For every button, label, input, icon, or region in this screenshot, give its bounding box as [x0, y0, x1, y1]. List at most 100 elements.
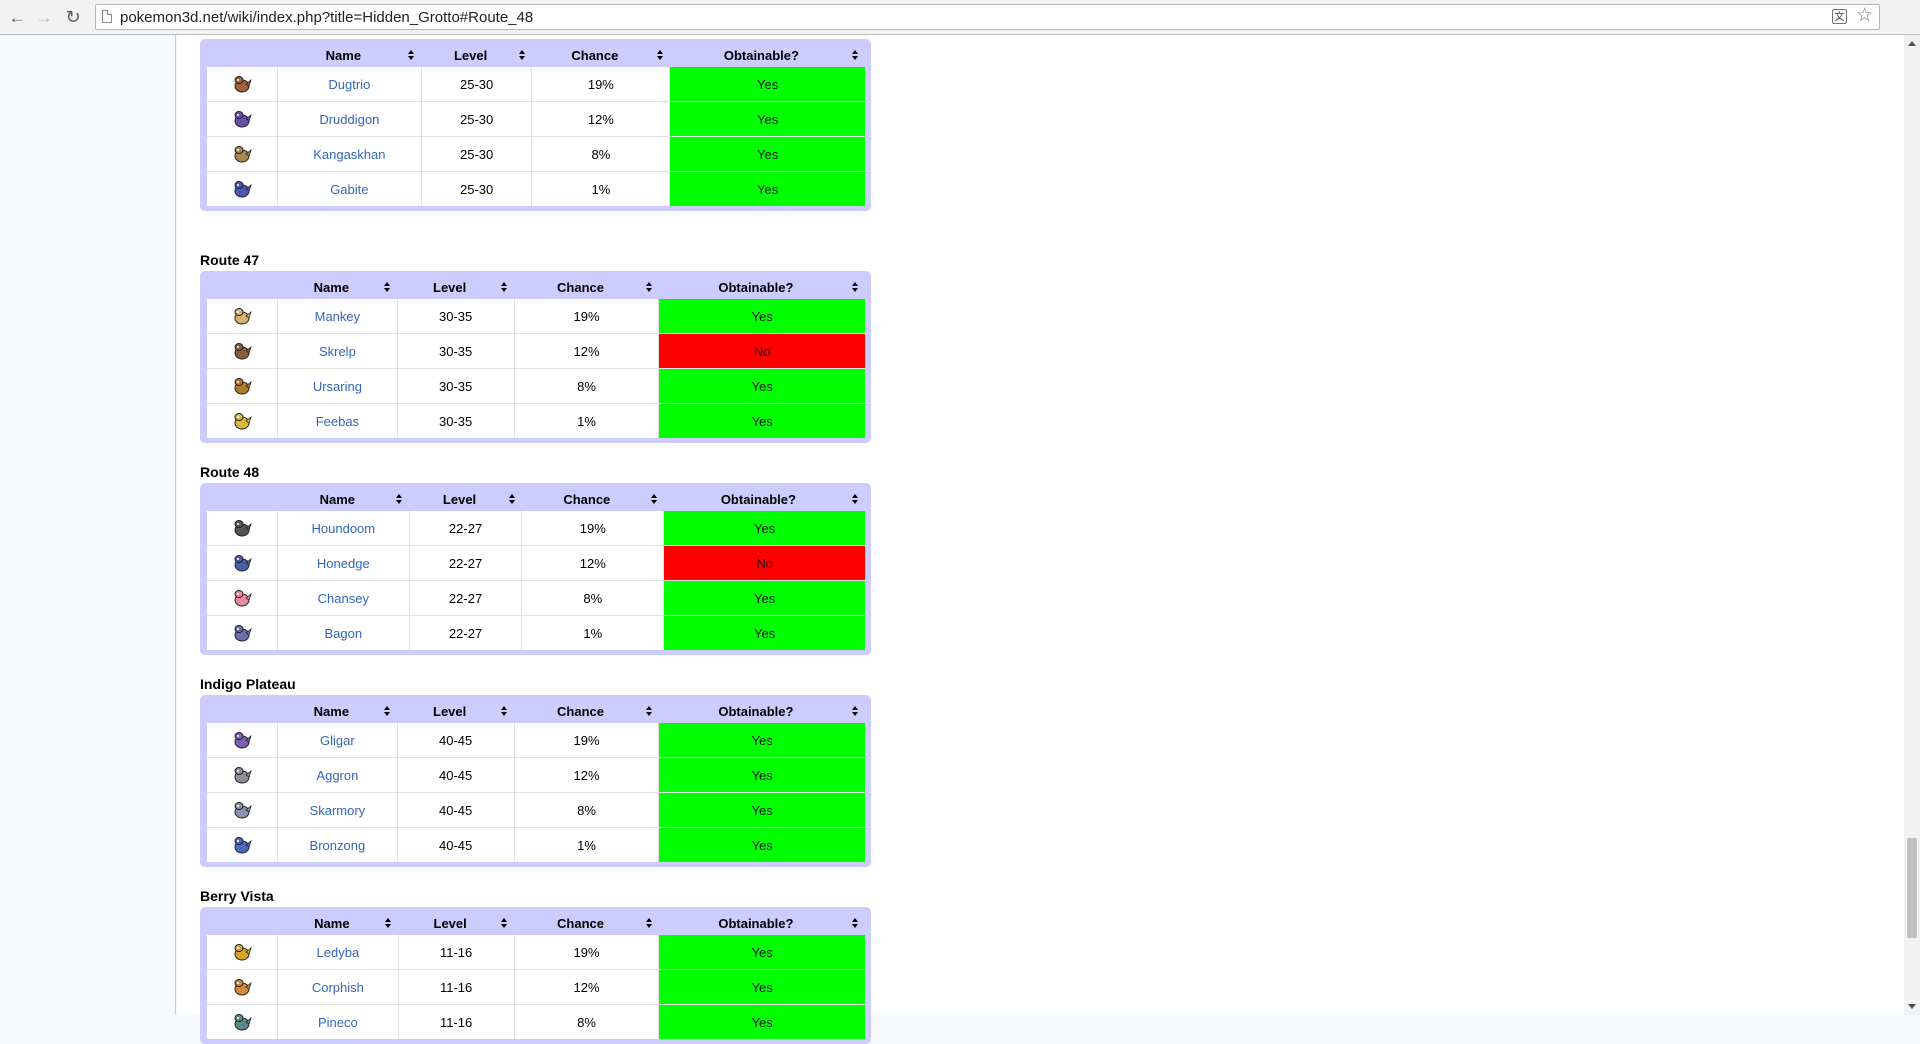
pokemon-link[interactable]: Kangaskhan [313, 147, 385, 162]
pokemon-link[interactable]: Aggron [316, 768, 358, 783]
header-level[interactable]: Level [397, 700, 515, 723]
table-row: Skrelp 30-35 12% No [207, 333, 865, 369]
header-label: Chance [557, 916, 604, 931]
header-label: Name [313, 704, 350, 719]
chance-cell: 8% [521, 580, 665, 616]
sort-arrows-icon[interactable] [645, 706, 653, 716]
sort-arrows-icon[interactable] [385, 918, 392, 928]
sort-arrows-icon[interactable] [408, 50, 415, 60]
chance-cell: 19% [531, 67, 671, 102]
sort-arrows-icon[interactable] [396, 494, 403, 504]
header-obtainable[interactable]: Obtainable? [663, 488, 865, 511]
sort-arrows-icon[interactable] [852, 282, 859, 292]
header-label: Chance [571, 48, 619, 63]
section-heading: Berry Vista [200, 888, 274, 904]
header-obtainable[interactable]: Obtainable? [658, 700, 865, 723]
chance-cell: 1% [514, 827, 660, 862]
pokemon-link[interactable]: Honedge [317, 556, 370, 571]
name-cell: Dugtrio [277, 67, 422, 102]
header-level[interactable]: Level [397, 276, 515, 299]
sort-arrows-icon[interactable] [508, 494, 516, 504]
pokemon-link[interactable]: Skarmory [310, 803, 366, 818]
header-obtainable[interactable]: Obtainable? [658, 276, 865, 299]
sort-arrows-icon[interactable] [501, 282, 508, 292]
scroll-down-arrow-icon[interactable] [1908, 1004, 1916, 1009]
forward-arrow-icon[interactable]: → [33, 6, 55, 28]
address-bar[interactable]: pokemon3d.net/wiki/index.php?title=Hidde… [95, 4, 1880, 30]
scroll-up-arrow-icon[interactable] [1908, 41, 1916, 46]
header-chance[interactable]: Chance [531, 44, 670, 67]
pokemon-link[interactable]: Druddigon [319, 112, 379, 127]
pokemon-link[interactable]: Houndoom [312, 521, 376, 536]
header-level[interactable]: Level [409, 488, 522, 511]
sort-arrows-icon[interactable] [501, 706, 508, 716]
sort-arrows-icon[interactable] [384, 706, 391, 716]
header-chance[interactable]: Chance [521, 488, 664, 511]
translate-icon[interactable]: 文 [1832, 9, 1847, 24]
header-name[interactable]: Name [277, 700, 398, 723]
pokemon-link[interactable]: Gabite [330, 182, 368, 197]
table-frame: Name Level Chance Obtainable? Dugtrio 25-30 19… [200, 39, 871, 211]
pokemon-link[interactable]: Skrelp [319, 344, 356, 359]
header-chance[interactable]: Chance [514, 912, 659, 935]
sort-arrows-icon[interactable] [645, 918, 653, 928]
pokemon-link[interactable]: Gligar [320, 733, 355, 748]
header-name[interactable]: Name [277, 276, 398, 299]
chance-cell: 19% [514, 299, 660, 334]
pokemon-link[interactable]: Mankey [315, 309, 361, 324]
pokemon-link[interactable]: Chansey [318, 591, 369, 606]
bookmark-star-icon[interactable]: ☆ [1856, 6, 1873, 25]
header-name[interactable]: Name [277, 44, 422, 67]
header-name[interactable]: Name [277, 488, 410, 511]
sort-arrows-icon[interactable] [645, 282, 653, 292]
sort-arrows-icon[interactable] [852, 50, 859, 60]
reload-icon[interactable]: ↻ [62, 6, 84, 28]
encounter-table: Name Level Chance Obtainable? Mankey 30-35 19%… [207, 276, 865, 438]
sort-arrows-icon[interactable] [384, 282, 391, 292]
pokemon-link[interactable]: Corphish [312, 980, 364, 995]
sort-arrows-icon[interactable] [501, 918, 508, 928]
obtainable-cell: Yes [658, 969, 865, 1005]
table-row: Chansey 22-27 8% Yes [207, 580, 865, 616]
houndoom-sprite-icon [207, 518, 277, 538]
vertical-scrollbar[interactable] [1904, 35, 1920, 1015]
name-cell: Houndoom [277, 511, 410, 546]
obtainable-cell: No [663, 545, 865, 581]
dugtrio-sprite-icon [207, 74, 277, 94]
header-obtainable[interactable]: Obtainable? [658, 912, 865, 935]
chance-cell: 8% [514, 1004, 660, 1039]
pokemon-link[interactable]: Ursaring [313, 379, 362, 394]
url-text[interactable]: pokemon3d.net/wiki/index.php?title=Hidde… [120, 9, 533, 26]
mankey-sprite-icon [207, 306, 277, 326]
sort-arrows-icon[interactable] [852, 706, 859, 716]
name-cell: Pineco [277, 1004, 399, 1039]
back-arrow-icon[interactable]: ← [6, 6, 28, 28]
pokemon-link[interactable]: Feebas [316, 414, 359, 429]
pokemon-link[interactable]: Dugtrio [328, 77, 370, 92]
sort-arrows-icon[interactable] [852, 494, 859, 504]
pokemon-link[interactable]: Bronzong [310, 838, 366, 853]
pineco-sprite-icon [207, 1012, 277, 1032]
sort-arrows-icon[interactable] [518, 50, 526, 60]
level-cell: 40-45 [397, 723, 515, 758]
sort-arrows-icon[interactable] [852, 918, 859, 928]
sort-arrows-icon[interactable] [650, 494, 658, 504]
chance-cell: 1% [514, 403, 660, 438]
pokemon-link[interactable]: Pineco [318, 1015, 358, 1030]
pokemon-link[interactable]: Bagon [325, 626, 363, 641]
encounter-table: Name Level Chance Obtainable? Dugtrio 25-30 19… [207, 44, 865, 206]
table-frame: Name Level Chance Obtainable? Mankey 30-35 19%… [200, 271, 871, 443]
bronzong-sprite-icon [207, 835, 277, 855]
header-name[interactable]: Name [277, 912, 399, 935]
pokemon-link[interactable]: Ledyba [317, 945, 360, 960]
header-level[interactable]: Level [421, 44, 532, 67]
header-obtainable[interactable]: Obtainable? [669, 44, 865, 67]
scrollbar-thumb[interactable] [1907, 838, 1917, 938]
sort-arrows-icon[interactable] [656, 50, 664, 60]
header-chance[interactable]: Chance [514, 700, 659, 723]
header-level[interactable]: Level [398, 912, 515, 935]
header-chance[interactable]: Chance [514, 276, 659, 299]
header-label: Chance [557, 280, 604, 295]
obtainable-cell: Yes [669, 171, 865, 206]
gligar-sprite-icon [207, 730, 277, 750]
